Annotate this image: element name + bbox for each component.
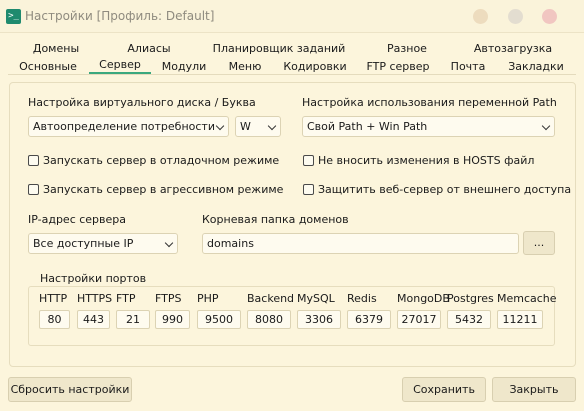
close-window-button[interactable] xyxy=(542,9,557,24)
tab-bookmarks[interactable]: Закладки xyxy=(508,60,564,73)
window-title: Настройки [Профиль: Default] xyxy=(25,9,215,23)
reset-settings-button[interactable]: Сбросить настройки xyxy=(8,377,132,402)
maximize-button[interactable] xyxy=(508,9,523,24)
virtual-disk-letter-value: W xyxy=(240,120,251,133)
debug-mode-label: Запускать сервер в отладочном режиме xyxy=(43,154,280,167)
close-button[interactable]: Закрыть xyxy=(492,377,576,402)
virtual-disk-label: Настройка виртуального диска / Буква xyxy=(28,96,256,109)
port-label-ftps: FTPS xyxy=(155,292,182,305)
checkbox-box[interactable] xyxy=(303,155,314,166)
checkbox-box[interactable] xyxy=(28,184,39,195)
chevron-down-icon xyxy=(215,121,225,131)
port-label-https: HTTPS xyxy=(77,292,113,305)
virtual-disk-mode-value: Автоопределение потребности xyxy=(33,120,215,133)
terminal-app-icon: >_ xyxy=(6,9,21,24)
port-input-redis[interactable]: 6379 xyxy=(347,310,391,329)
root-folder-label: Корневая папка доменов xyxy=(202,213,349,226)
ip-address-label: IP-адрес сервера xyxy=(28,213,127,226)
aggressive-mode-label: Запускать сервер в агрессивном режиме xyxy=(43,183,284,196)
tab-modules[interactable]: Модули xyxy=(162,60,207,73)
tab-general[interactable]: Основные xyxy=(19,60,77,73)
ip-address-select[interactable]: Все доступные IP xyxy=(28,233,178,254)
tab-mail[interactable]: Почта xyxy=(451,60,486,73)
no-hosts-checkbox[interactable]: Не вносить изменения в HOSTS файл xyxy=(303,154,534,167)
port-label-mongodb: MongoDB xyxy=(397,292,450,305)
path-mode-value: Свой Path + Win Path xyxy=(307,120,428,133)
path-variable-label: Настройка использования переменной Path xyxy=(302,96,557,109)
port-input-https[interactable]: 443 xyxy=(77,310,110,329)
protect-server-label: Защитить веб-сервер от внешнего доступа xyxy=(318,183,572,196)
port-label-mysql: MySQL xyxy=(297,292,335,305)
protect-server-checkbox[interactable]: Защитить веб-сервер от внешнего доступа xyxy=(303,183,571,196)
port-label-http: HTTP xyxy=(39,292,68,305)
no-hosts-label: Не вносить изменения в HOSTS файл xyxy=(318,154,535,167)
checkbox-box[interactable] xyxy=(303,184,314,195)
tab-autostart[interactable]: Автозагрузка xyxy=(474,42,552,55)
ip-address-value: Все доступные IP xyxy=(33,237,134,250)
port-label-backend: Backend xyxy=(247,292,295,305)
virtual-disk-letter-select[interactable]: W xyxy=(235,116,281,137)
tab-aliases[interactable]: Алиасы xyxy=(127,42,170,55)
aggressive-mode-checkbox[interactable]: Запускать сервер в агрессивном режиме xyxy=(28,183,283,196)
tabs-divider xyxy=(8,74,576,75)
port-label-redis: Redis xyxy=(347,292,377,305)
tab-encodings[interactable]: Кодировки xyxy=(283,60,346,73)
port-input-php[interactable]: 9500 xyxy=(197,310,241,329)
root-folder-input[interactable]: domains xyxy=(202,233,519,254)
port-input-http[interactable]: 80 xyxy=(39,310,70,329)
port-input-ftp[interactable]: 21 xyxy=(116,310,150,329)
title-bar: >_ Настройки [Профиль: Default] xyxy=(0,0,584,33)
port-label-postgres: Postgres xyxy=(447,292,494,305)
debug-mode-checkbox[interactable]: Запускать сервер в отладочном режиме xyxy=(28,154,279,167)
port-input-postgres[interactable]: 5432 xyxy=(447,310,491,329)
save-button[interactable]: Сохранить xyxy=(402,377,486,402)
browse-button[interactable]: ... xyxy=(523,231,555,255)
port-input-backend[interactable]: 8080 xyxy=(247,310,291,329)
port-input-mysql[interactable]: 3306 xyxy=(297,310,341,329)
chevron-down-icon xyxy=(164,238,174,248)
minimize-button[interactable] xyxy=(473,9,488,24)
path-mode-select[interactable]: Свой Path + Win Path xyxy=(302,116,555,137)
port-label-ftp: FTP xyxy=(116,292,136,305)
tab-ftp-server[interactable]: FTP сервер xyxy=(366,60,429,73)
chevron-down-icon xyxy=(267,121,277,131)
port-input-ftps[interactable]: 990 xyxy=(155,310,190,329)
active-tab-indicator xyxy=(89,72,151,74)
tab-server[interactable]: Сервер xyxy=(99,58,141,71)
ports-group-label: Настройки портов xyxy=(38,272,149,285)
chevron-down-icon xyxy=(541,121,551,131)
port-label-memcache: Memcache xyxy=(497,292,557,305)
port-input-memcache[interactable]: 11211 xyxy=(497,310,543,329)
tab-domains[interactable]: Домены xyxy=(33,42,79,55)
tab-scheduler[interactable]: Планировщик заданий xyxy=(213,42,346,55)
checkbox-box[interactable] xyxy=(28,155,39,166)
tab-menu[interactable]: Меню xyxy=(229,60,262,73)
virtual-disk-mode-select[interactable]: Автоопределение потребности xyxy=(28,116,229,137)
tab-misc[interactable]: Разное xyxy=(387,42,427,55)
port-input-mongodb[interactable]: 27017 xyxy=(397,310,441,329)
port-label-php: PHP xyxy=(197,292,219,305)
